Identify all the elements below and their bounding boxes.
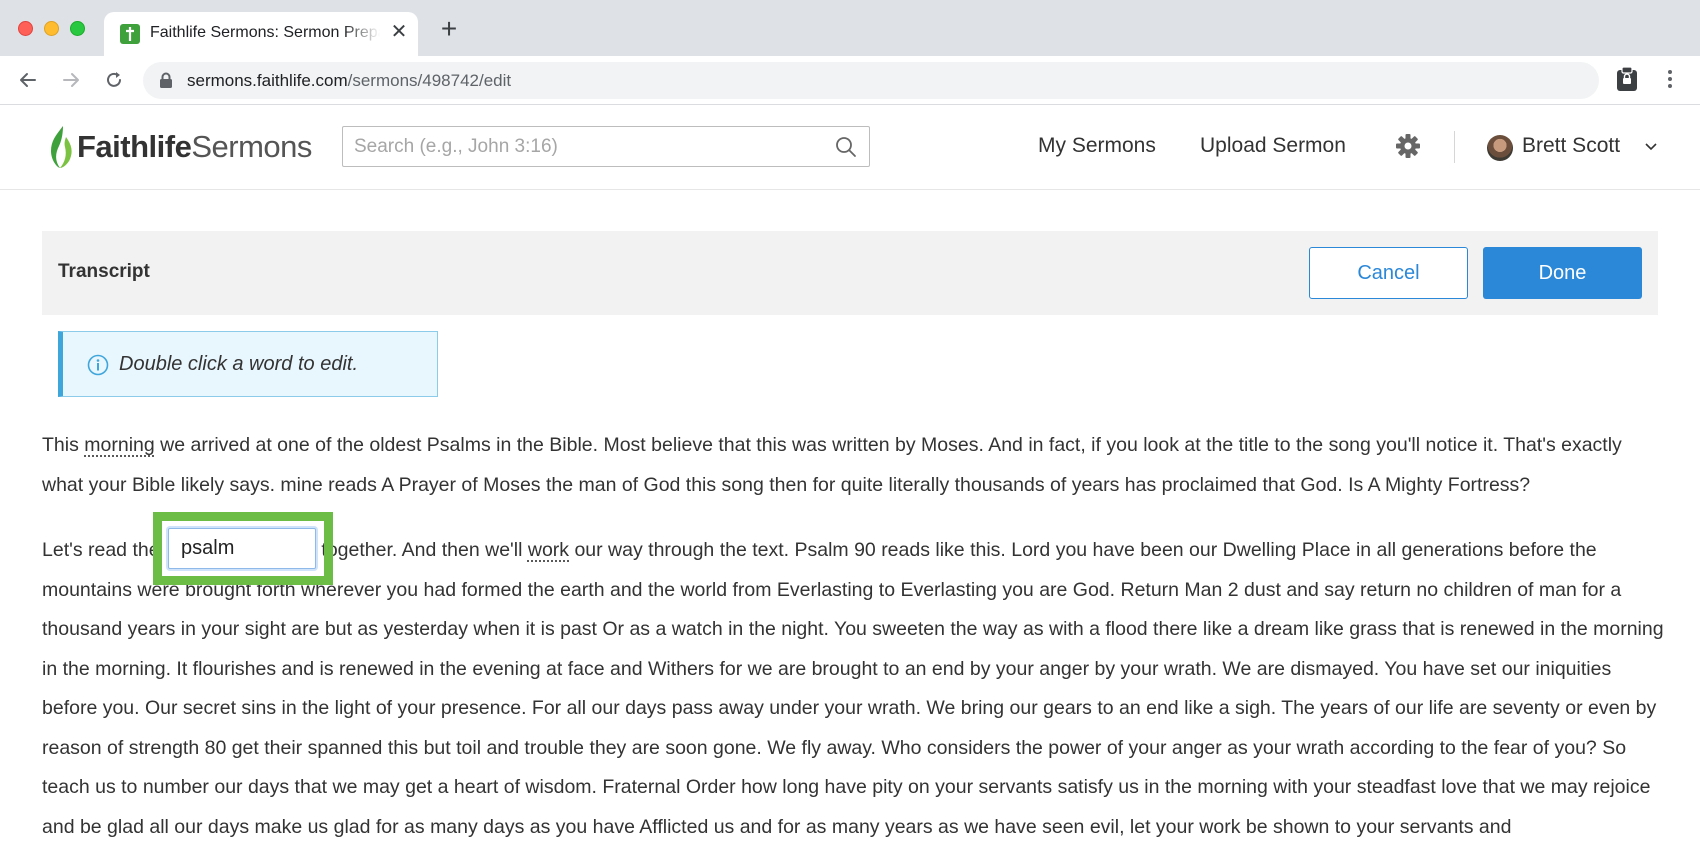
faithlife-sermons-logo[interactable]: FaithlifeSermons — [46, 125, 312, 169]
info-text: Double click a word to edit. — [119, 353, 359, 375]
edit-word-input[interactable] — [168, 528, 316, 569]
done-button[interactable]: Done — [1483, 247, 1642, 299]
site-header: FaithlifeSermons My Sermons Upload Sermo… — [0, 105, 1700, 190]
address-bar[interactable]: sermons.faithlife.com/sermons/498742/edi… — [143, 62, 1599, 99]
nav-my-sermons[interactable]: My Sermons — [1038, 134, 1156, 158]
window-close-button[interactable] — [18, 21, 33, 36]
lock-icon — [160, 72, 172, 88]
forward-arrow-icon[interactable] — [57, 66, 85, 94]
nav-upload-sermon[interactable]: Upload Sermon — [1200, 134, 1346, 158]
reload-icon[interactable] — [100, 66, 128, 94]
address-url: sermons.faithlife.com/sermons/498742/edi… — [187, 71, 512, 90]
info-banner: Double click a word to edit. — [58, 331, 438, 397]
browser-tab-strip: Faithlife Sermons: Sermon Preparation ✕ … — [0, 0, 1700, 56]
browser-menu-icon[interactable] — [1658, 66, 1686, 94]
user-avatar[interactable] — [1487, 135, 1513, 161]
window-maximize-button[interactable] — [70, 21, 85, 36]
tab-close-icon[interactable]: ✕ — [388, 21, 410, 43]
transcript-word-editable[interactable]: work — [528, 539, 569, 561]
transcript-word-editable[interactable]: morning — [84, 434, 154, 456]
window-minimize-button[interactable] — [44, 21, 59, 36]
header-divider — [1454, 131, 1455, 163]
transcript-body: This morning we arrived at one of the ol… — [42, 426, 1667, 847]
back-arrow-icon[interactable] — [14, 66, 42, 94]
faithlife-favicon-icon — [120, 24, 140, 44]
tab-title: Faithlife Sermons: Sermon Preparation — [150, 24, 380, 41]
transcript-toolbar: Transcript Cancel Done — [42, 231, 1658, 315]
search-icon[interactable] — [835, 136, 857, 158]
search-box — [342, 126, 870, 167]
browser-toolbar: sermons.faithlife.com/sermons/498742/edi… — [0, 56, 1700, 105]
user-menu-name[interactable]: Brett Scott — [1522, 134, 1620, 158]
transcript-paragraph: This morning we arrived at one of the ol… — [42, 434, 1622, 496]
panel-title: Transcript — [58, 261, 150, 282]
clipboard-extension-icon[interactable] — [1615, 66, 1643, 94]
chevron-down-icon[interactable] — [1645, 143, 1657, 151]
search-input[interactable] — [343, 127, 823, 166]
faithlife-flame-icon — [51, 126, 72, 168]
info-icon — [87, 354, 109, 376]
new-tab-button[interactable]: + — [436, 15, 462, 43]
browser-tab-active[interactable]: Faithlife Sermons: Sermon Preparation ✕ — [104, 12, 418, 56]
gear-icon[interactable] — [1395, 133, 1421, 159]
cancel-button[interactable]: Cancel — [1309, 247, 1468, 299]
